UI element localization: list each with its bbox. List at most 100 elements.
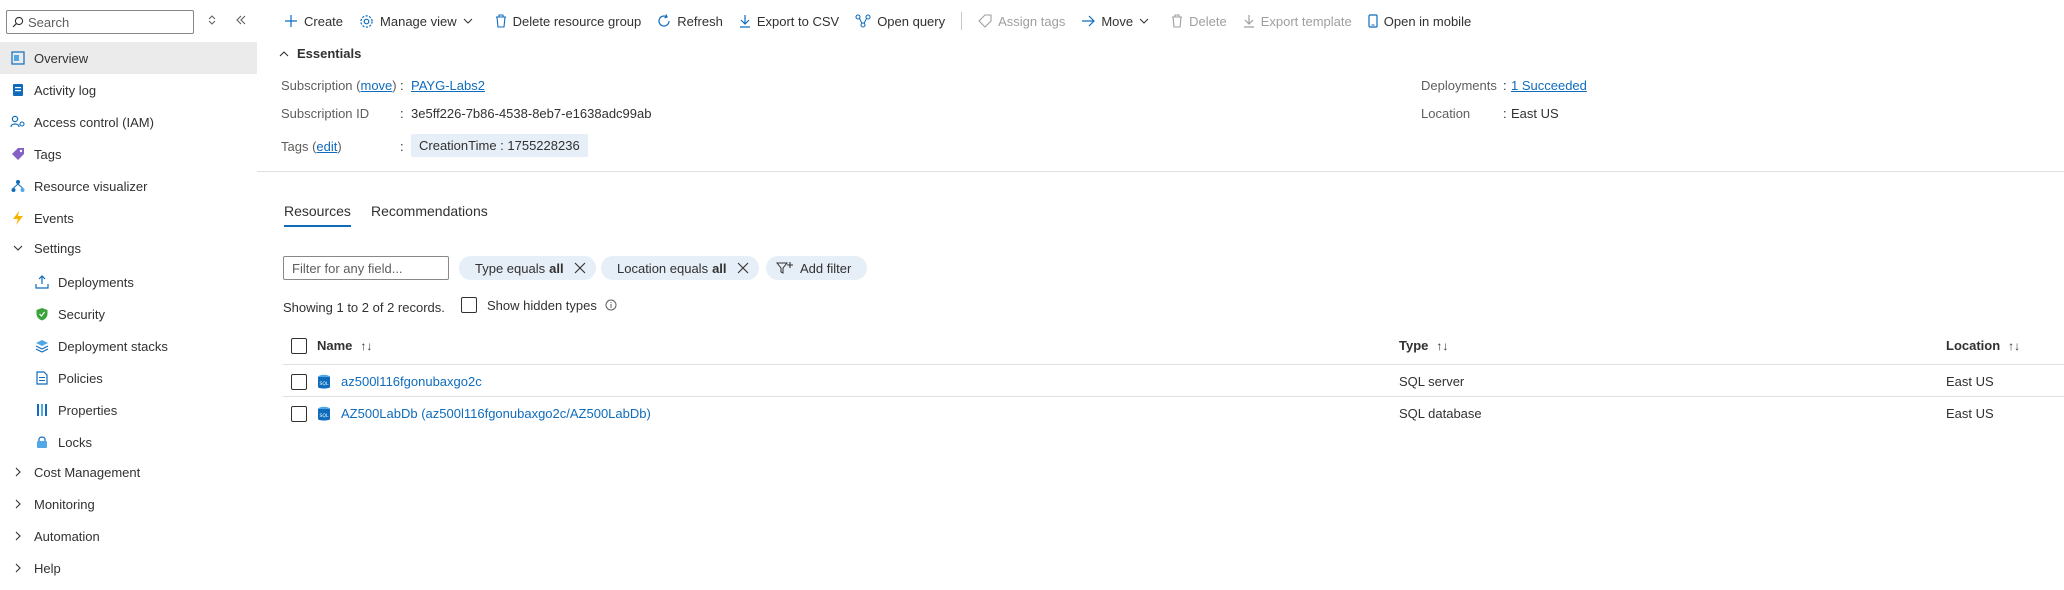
sidebar-item-overview[interactable]: Overview <box>0 42 257 74</box>
subscription-move-link[interactable]: move <box>360 78 392 93</box>
overview-icon <box>10 50 26 66</box>
tag-chip[interactable]: CreationTime : 1755228236 <box>411 134 588 157</box>
sidebar-item-locks[interactable]: Locks <box>0 426 257 458</box>
resource-name-link[interactable]: AZ500LabDb (az500l116fgonubaxgo2c/AZ500L… <box>341 406 651 421</box>
row-checkbox[interactable] <box>291 406 307 422</box>
info-icon[interactable] <box>605 299 617 311</box>
resource-type: SQL server <box>1399 374 1465 389</box>
tags-colon: : <box>400 139 404 154</box>
sidebar-item-label: Tags <box>34 146 62 162</box>
command-bar: Create Manage view Delete resource group… <box>284 0 1487 42</box>
sidebar-item-label: Properties <box>58 402 118 418</box>
refresh-button[interactable]: Refresh <box>657 14 723 29</box>
toolbar-divider <box>961 12 963 30</box>
sidebar-item-help[interactable]: Help <box>0 552 257 584</box>
refresh-label: Refresh <box>677 13 723 29</box>
column-header-name[interactable]: Name ↑↓ <box>317 338 372 353</box>
column-header-location[interactable]: Location ↑↓ <box>1946 338 2020 353</box>
subscription-value-link[interactable]: PAYG-Labs2 <box>411 78 485 93</box>
search-icon <box>12 16 24 28</box>
sidebar-item-tags[interactable]: Tags <box>0 138 257 170</box>
delete-resource-group-button[interactable]: Delete resource group <box>495 14 641 29</box>
sidebar-item-automation[interactable]: Automation <box>0 520 257 552</box>
column-header-type[interactable]: Type ↑↓ <box>1399 338 1448 353</box>
create-label: Create <box>304 13 344 29</box>
tab-recommendations[interactable]: Recommendations <box>371 203 488 219</box>
events-icon <box>10 210 26 226</box>
sidebar-item-deployment-stacks[interactable]: Deployment stacks <box>0 330 257 362</box>
sidebar-item-properties[interactable]: Properties <box>0 394 257 426</box>
trash-icon <box>495 14 506 28</box>
delete-label: Delete <box>1189 13 1227 29</box>
assign-tags-button[interactable]: Assign tags <box>978 14 1065 29</box>
subscription-id-label: Subscription ID <box>281 106 370 121</box>
tab-resources[interactable]: Resources <box>284 203 351 227</box>
open-query-button[interactable]: Open query <box>855 14 945 29</box>
add-filter-icon <box>776 262 793 274</box>
shield-icon <box>34 306 50 322</box>
close-icon[interactable] <box>737 262 749 274</box>
resource-location: East US <box>1946 406 1994 421</box>
add-filter-button[interactable]: Add filter <box>766 256 868 280</box>
sidebar-item-monitoring[interactable]: Monitoring <box>0 488 257 520</box>
export-template-button[interactable]: Export template <box>1243 14 1352 29</box>
type-filter-pill[interactable]: Type equals all <box>459 256 596 280</box>
location-filter-pill[interactable]: Location equals all <box>601 256 759 280</box>
deployments-value-link[interactable]: 1 Succeeded <box>1511 78 1587 93</box>
sidebar-item-cost-management[interactable]: Cost Management <box>0 456 257 488</box>
column-header-label: Name <box>317 338 353 353</box>
sidebar-search-input[interactable]: Search <box>6 10 194 34</box>
sidebar-item-label: Automation <box>34 528 100 544</box>
chevron-down-icon <box>1139 18 1149 24</box>
sidebar-search-placeholder: Search <box>28 14 70 30</box>
select-all-checkbox[interactable] <box>291 338 307 354</box>
sidebar-item-label: Overview <box>34 50 89 66</box>
row-checkbox[interactable] <box>291 374 307 390</box>
type-filter-value: all <box>549 260 564 276</box>
tags-edit-link[interactable]: edit <box>316 139 337 154</box>
delete-button[interactable]: Delete <box>1171 14 1227 29</box>
move-button[interactable]: Move <box>1081 14 1155 29</box>
open-in-mobile-button[interactable]: Open in mobile <box>1368 14 1471 29</box>
filter-input[interactable] <box>283 256 449 280</box>
sidebar-item-resource-visualizer[interactable]: Resource visualizer <box>0 170 257 202</box>
subscription-colon: : <box>400 78 404 93</box>
resource-name-link[interactable]: az500l116fgonubaxgo2c <box>341 374 482 389</box>
table-row[interactable]: SQL AZ500LabDb (az500l116fgonubaxgo2c/AZ… <box>283 398 2064 430</box>
subscription-row: Subscription (move) <box>281 78 397 93</box>
manage-view-label: Manage view <box>380 13 457 29</box>
sidebar-item-activity-log[interactable]: Activity log <box>0 74 257 106</box>
export-csv-label: Export to CSV <box>756 13 840 29</box>
column-header-label: Location <box>1946 338 2001 353</box>
subscription-label: Subscription ( <box>281 78 361 93</box>
manage-view-button[interactable]: Manage view <box>359 14 479 29</box>
sidebar-item-policies[interactable]: Policies <box>0 362 257 394</box>
chevron-right-icon <box>10 531 26 541</box>
plus-icon <box>285 15 297 27</box>
download-icon <box>1243 15 1254 28</box>
table-row[interactable]: SQL az500l116fgonubaxgo2c SQL server Eas… <box>283 366 2064 398</box>
location-filter-prefix: Location equals <box>617 260 709 276</box>
create-button[interactable]: Create <box>284 14 343 29</box>
sidebar-item-settings[interactable]: Settings <box>0 232 257 264</box>
close-icon[interactable] <box>574 262 586 274</box>
location-filter-value: all <box>712 260 727 276</box>
sidebar-item-deployments[interactable]: Deployments <box>0 266 257 298</box>
sidebar-item-iam[interactable]: Access control (IAM) <box>0 106 257 138</box>
sidebar-item-events[interactable]: Events <box>0 202 257 234</box>
sidebar-item-label: Security <box>58 306 105 322</box>
sidebar-item-label: Settings <box>34 240 81 256</box>
essentials-title: Essentials <box>297 46 362 61</box>
expand-collapse-icon[interactable] <box>207 14 217 29</box>
sidebar-item-security[interactable]: Security <box>0 298 257 330</box>
resource-visualizer-icon <box>10 178 26 194</box>
sort-icon: ↑↓ <box>1436 338 1449 353</box>
show-hidden-types-checkbox[interactable] <box>461 297 477 313</box>
export-csv-button[interactable]: Export to CSV <box>739 14 839 29</box>
chevron-down-icon <box>10 245 26 251</box>
activity-log-icon <box>10 82 26 98</box>
collapse-sidebar-icon[interactable] <box>235 14 247 29</box>
essentials-toggle[interactable]: Essentials <box>279 46 361 61</box>
sidebar-item-label: Resource visualizer <box>34 178 148 194</box>
deployments-label: Deployments <box>1421 78 1497 93</box>
